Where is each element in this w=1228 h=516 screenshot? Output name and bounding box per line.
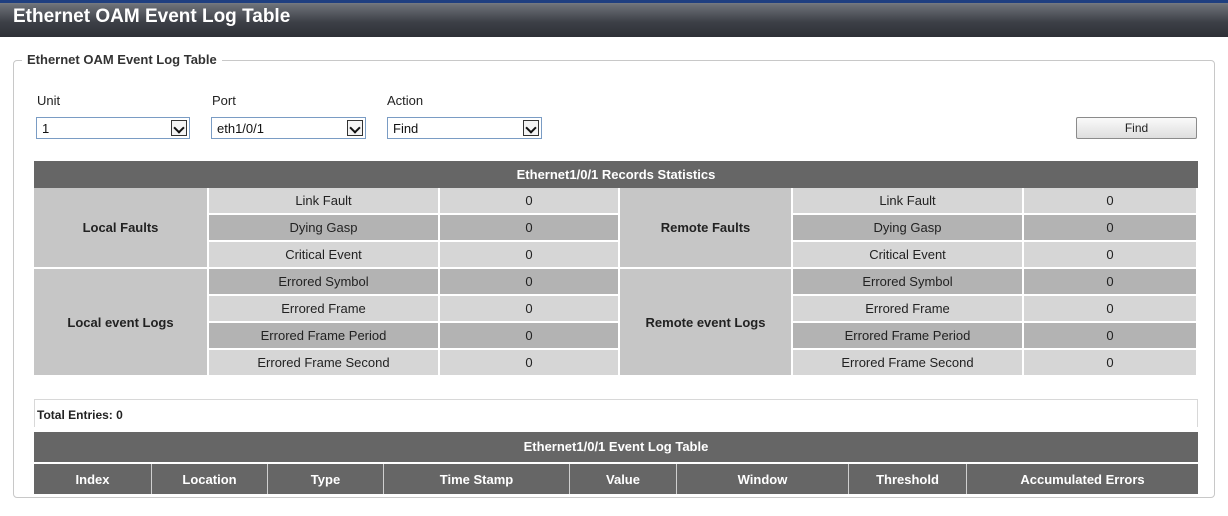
stat-value: 0 [1024,323,1196,348]
log-column-header: Time Stamp [383,464,569,494]
stat-name: Errored Frame Second [793,350,1022,375]
stat-name: Errored Symbol [793,269,1022,294]
stat-name: Errored Frame Period [793,323,1022,348]
stat-value: 0 [1024,188,1196,213]
total-entries-bar: Total Entries: 0 [34,399,1198,427]
stat-name: Errored Symbol [209,269,438,294]
stat-name: Critical Event [793,242,1022,267]
action-select-value: Find [393,121,419,136]
stat-name: Dying Gasp [793,215,1022,240]
log-column-header: Window [676,464,848,494]
port-label: Port [212,93,236,108]
unit-select[interactable]: 1 [36,117,190,139]
action-select[interactable]: Find [387,117,542,139]
group-label-local-event-logs: Local event Logs [34,269,207,375]
title-accent-line [0,0,1228,3]
stat-value: 0 [440,296,618,321]
stat-name: Critical Event [209,242,438,267]
chevron-down-icon[interactable] [523,120,539,136]
stat-name: Errored Frame Period [209,323,438,348]
page-title: Ethernet OAM Event Log Table [13,6,291,27]
stat-name: Errored Frame Second [209,350,438,375]
stat-name: Errored Frame [209,296,438,321]
chevron-down-icon[interactable] [171,120,187,136]
log-column-header: Accumulated Errors [966,464,1198,494]
port-select-value: eth1/0/1 [217,121,264,136]
chevron-down-icon[interactable] [347,120,363,136]
stat-value: 0 [1024,296,1196,321]
stat-name: Link Fault [793,188,1022,213]
log-column-header: Threshold [848,464,966,494]
stat-value: 0 [1024,269,1196,294]
log-table-header: Ethernet1/0/1 Event Log Table [34,432,1198,462]
action-label: Action [387,93,424,108]
stat-value: 0 [440,323,618,348]
stat-value: 0 [1024,242,1196,267]
total-entries-label: Total Entries: 0 [37,408,123,422]
stat-value: 0 [1024,215,1196,240]
port-select[interactable]: eth1/0/1 [211,117,366,139]
find-button[interactable]: Find [1076,117,1197,139]
stat-name: Errored Frame [793,296,1022,321]
page-title-bar: Ethernet OAM Event Log Table [0,0,1228,37]
log-column-header: Type [267,464,383,494]
stat-value: 0 [1024,350,1196,375]
stat-name: Link Fault [209,188,438,213]
stat-value: 0 [440,188,618,213]
panel-legend: Ethernet OAM Event Log Table [22,52,222,67]
stat-value: 0 [440,350,618,375]
stat-value: 0 [440,215,618,240]
log-column-header: Location [151,464,267,494]
group-label-remote-faults: Remote Faults [620,188,791,267]
log-column-header: Value [569,464,676,494]
log-column-header: Index [34,464,151,494]
stat-name: Dying Gasp [209,215,438,240]
group-label-remote-event-logs: Remote event Logs [620,269,791,375]
unit-select-value: 1 [42,121,50,136]
stats-table-header: Ethernet1/0/1 Records Statistics [34,161,1198,188]
unit-label: Unit [37,93,61,108]
group-label-local-faults: Local Faults [34,188,207,267]
event-log-panel: Ethernet OAM Event Log Table Unit Port A… [13,52,1215,498]
stat-value: 0 [440,269,618,294]
stat-value: 0 [440,242,618,267]
